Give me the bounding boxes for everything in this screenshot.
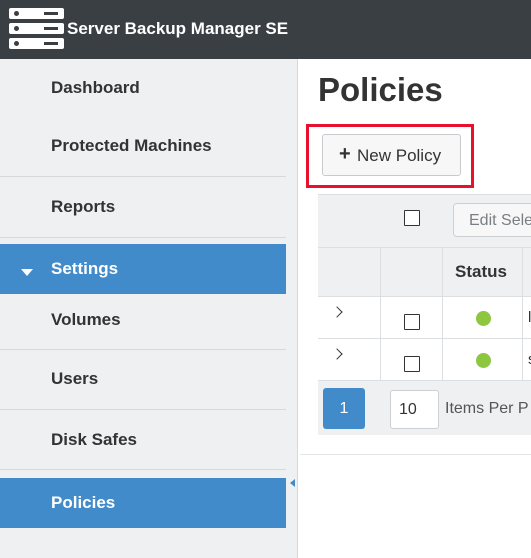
sidebar-item-label: Users [51,369,99,388]
app-title: Server Backup Manager SE [67,19,289,38]
grid-toolbar: Edit Sele [318,195,531,247]
sidebar-item-label: Protected Machines [51,136,212,155]
sidebar-item-label: Disk Safes [51,430,137,449]
server-rack-icon [9,8,64,49]
plus-icon: + [339,143,351,165]
sidebar-item-label: Reports [51,197,116,216]
sidebar: Dashboard Protected Machines Reports Set… [0,59,286,558]
status-ok-icon [476,311,491,326]
edit-selected-label: Edit Sele [469,212,531,229]
chevron-right-icon[interactable] [331,348,343,360]
grid-column-header: Status [318,247,531,296]
chevron-right-icon[interactable] [331,306,343,318]
caret-down-icon [21,269,33,276]
sidebar-item-settings[interactable]: Settings [0,244,286,294]
policies-grid: Edit Sele Status l s 1 10 Items Per P [318,194,531,435]
new-policy-button[interactable]: + New Policy [322,134,461,176]
select-all-checkbox[interactable] [404,210,420,226]
items-per-page-label: Items Per P [445,400,529,417]
table-row[interactable]: s [318,338,531,380]
sidebar-item-reports[interactable]: Reports [0,178,286,238]
page-title: Policies [318,71,443,108]
sidebar-item-label: Volumes [51,310,121,329]
collapse-arrow-icon[interactable] [290,479,295,487]
page-button-current[interactable]: 1 [323,388,365,429]
grid-pager: 1 10 Items Per P [318,380,531,435]
sidebar-item-label: Settings [51,259,119,278]
sidebar-item-dashboard[interactable]: Dashboard [0,59,286,119]
status-ok-icon [476,353,491,368]
sidebar-item-volumes[interactable]: Volumes [0,294,286,350]
divider [300,454,531,455]
sidebar-item-disk-safes[interactable]: Disk Safes [0,410,286,470]
sidebar-item-label: Dashboard [51,78,140,97]
table-row[interactable]: l [318,296,531,338]
sidebar-item-users[interactable]: Users [0,350,286,410]
column-header-status[interactable]: Status [455,262,507,282]
app-header: Server Backup Manager SE [0,0,531,59]
items-per-page-select[interactable]: 10 [390,390,439,429]
sidebar-item-policies[interactable]: Policies [0,478,286,528]
row-checkbox[interactable] [404,314,420,330]
new-policy-label: New Policy [357,146,442,165]
row-checkbox[interactable] [404,356,420,372]
edit-selected-button[interactable]: Edit Sele [453,203,531,237]
sidebar-item-protected-machines[interactable]: Protected Machines [0,117,286,177]
sidebar-item-label: Policies [51,493,116,512]
